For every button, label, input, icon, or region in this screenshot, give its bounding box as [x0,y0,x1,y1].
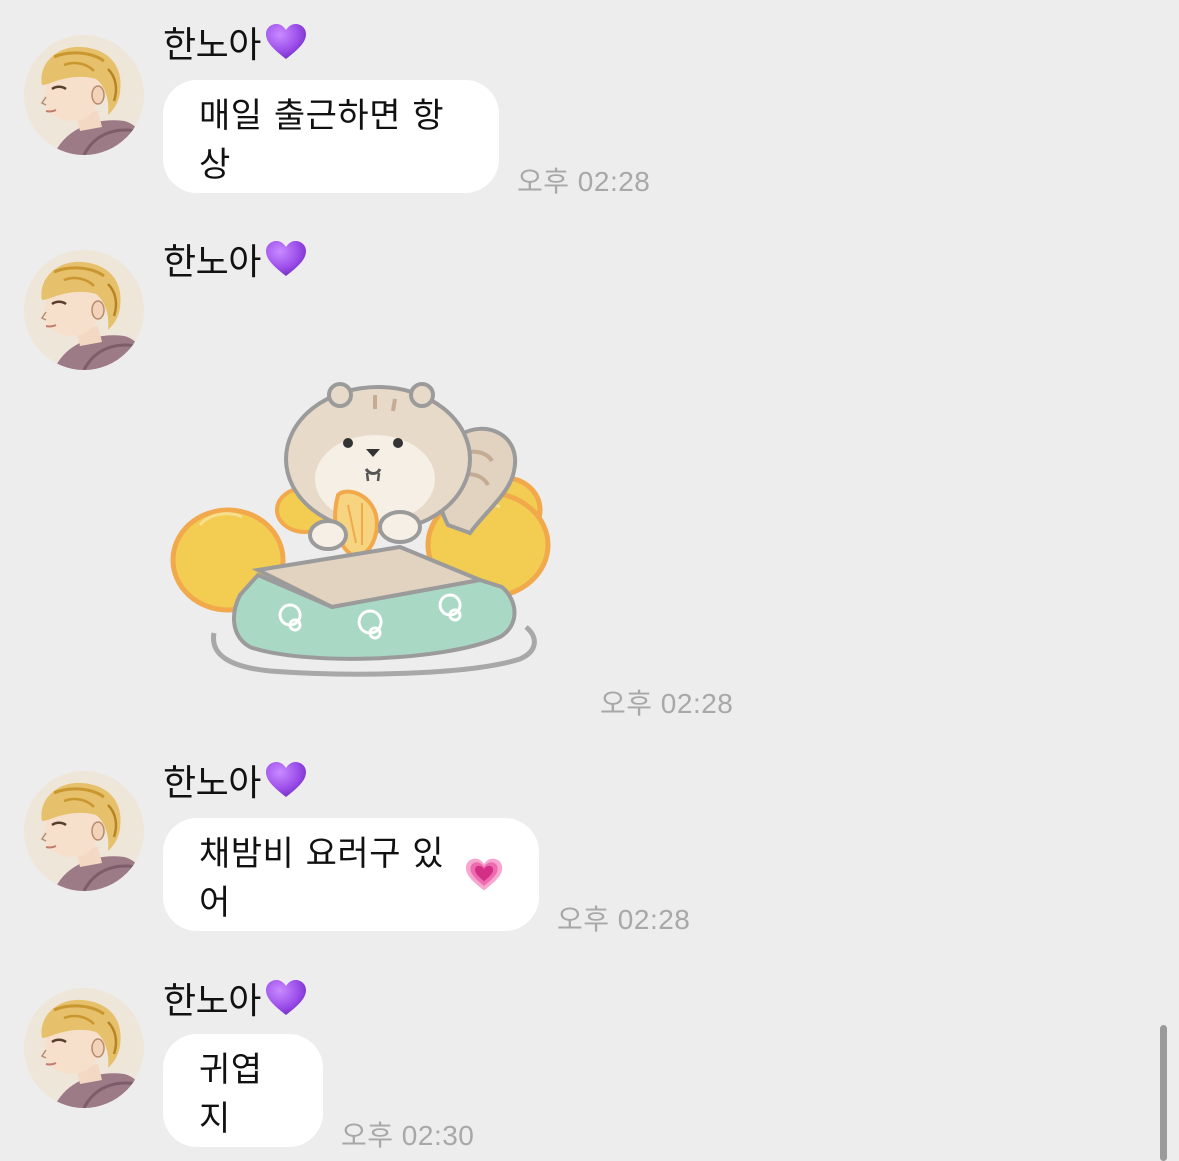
message-timestamp: 오후 02:28 [557,904,691,935]
sender-name: 한노아 [163,237,307,283]
message-timestamp: 오후 02:28 [600,688,734,719]
message-timestamp: 오후 02:28 [517,166,651,197]
message-bubble[interactable]: 귀엽지 [163,1034,323,1147]
purple-heart-icon [265,23,307,61]
purple-heart-icon [265,761,307,799]
scrollbar[interactable] [1160,1025,1167,1161]
avatar[interactable] [24,35,144,155]
message-text: 채밤비 요러구 있어 [199,833,445,923]
sender-name-label: 한노아 [163,981,261,1022]
avatar[interactable] [24,771,144,891]
sender-name: 한노아 [163,976,307,1022]
message-bubble[interactable]: 채밤비 요러구 있어 [163,818,539,931]
avatar[interactable] [24,250,144,370]
sender-name-label: 한노아 [163,763,261,804]
avatar[interactable] [24,988,144,1108]
message-text: 매일 출근하면 항상 [199,95,445,185]
message-timestamp: 오후 02:30 [341,1120,475,1151]
sender-name: 한노아 [163,758,307,804]
purple-heart-icon [265,240,307,278]
sender-name-label: 한노아 [163,25,261,66]
sender-name: 한노아 [163,20,307,66]
message-bubble[interactable]: 매일 출근하면 항상 [163,80,499,193]
message-text: 귀엽지 [199,1049,263,1139]
growing-heart-icon [465,856,503,894]
purple-heart-icon [265,979,307,1017]
squirrel-sticker[interactable] [170,375,560,680]
sender-name-label: 한노아 [163,242,261,283]
